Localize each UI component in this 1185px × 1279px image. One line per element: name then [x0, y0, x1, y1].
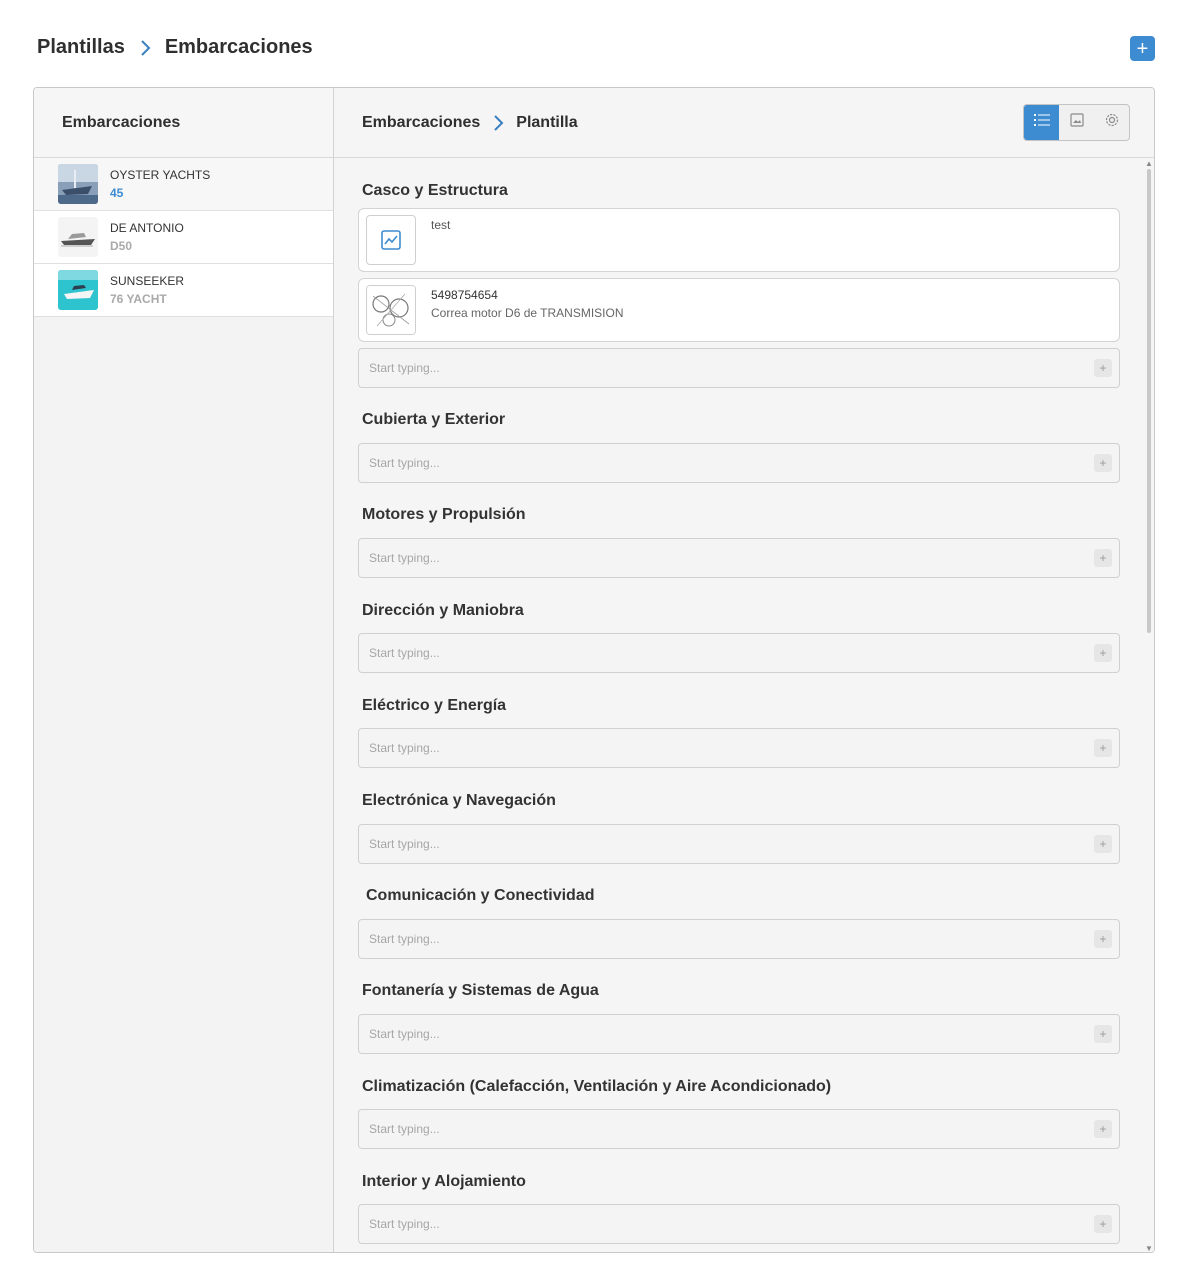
- search-input[interactable]: [359, 920, 1079, 958]
- section-title: Climatización (Calefacción, Ventilación …: [362, 1078, 832, 1095]
- search-input[interactable]: [359, 444, 1079, 482]
- section-title: Casco y Estructura: [362, 182, 508, 199]
- search-input[interactable]: [359, 1205, 1079, 1243]
- search-part-input[interactable]: +: [358, 1204, 1120, 1244]
- add-item-button[interactable]: +: [1094, 835, 1112, 853]
- section-title: Cubierta y Exterior: [362, 411, 506, 428]
- section-title: Eléctrico y Energía: [362, 697, 507, 714]
- search-input[interactable]: [359, 1015, 1079, 1053]
- template-sections: Casco y Estructura test 5498754654 Corre…: [334, 159, 1154, 1252]
- panel-breadcrumb-embarcaciones[interactable]: Embarcaciones: [362, 114, 480, 132]
- panel-breadcrumb-plantilla: Plantilla: [516, 113, 578, 131]
- search-input[interactable]: [359, 729, 1079, 767]
- sidebar-title: Embarcaciones: [34, 88, 333, 158]
- item-code: 5498754654: [431, 288, 498, 302]
- section-title: Dirección y Maniobra: [362, 602, 524, 619]
- boat-item-oyster[interactable]: OYSTER YACHTS 45: [34, 158, 333, 211]
- boat-model: D50: [110, 239, 133, 253]
- section-title: Comunicación y Conectividad: [366, 887, 595, 904]
- add-item-button[interactable]: +: [1094, 644, 1112, 662]
- section-title: Electrónica y Navegación: [362, 792, 556, 809]
- add-item-button[interactable]: +: [1094, 739, 1112, 757]
- add-item-button[interactable]: +: [1094, 359, 1112, 377]
- settings-button[interactable]: [1094, 105, 1129, 140]
- template-item[interactable]: 5498754654 Correa motor D6 de TRANSMISIO…: [358, 278, 1120, 342]
- search-input[interactable]: [359, 1110, 1079, 1148]
- section-title: Fontanería y Sistemas de Agua: [362, 982, 599, 999]
- breadcrumb-plantillas[interactable]: Plantillas: [37, 36, 125, 59]
- image-placeholder-icon: [366, 215, 416, 265]
- boat-model: 76 YACHT: [110, 292, 167, 306]
- image-view-button[interactable]: [1059, 105, 1094, 140]
- add-button[interactable]: +: [1130, 36, 1155, 61]
- section-title: Motores y Propulsión: [362, 506, 526, 523]
- boat-item-sunseeker[interactable]: SUNSEEKER 76 YACHT: [34, 264, 333, 317]
- item-description: Correa motor D6 de TRANSMISION: [431, 306, 624, 320]
- search-part-input[interactable]: +: [358, 728, 1120, 768]
- section-title: Interior y Alojamiento: [362, 1173, 526, 1190]
- add-item-button[interactable]: +: [1094, 1215, 1112, 1233]
- scrollbar-thumb[interactable]: [1147, 169, 1151, 633]
- add-item-button[interactable]: +: [1094, 454, 1112, 472]
- main-frame: Embarcaciones OYSTER YACHTS 45 DE ANTONI…: [33, 87, 1155, 1253]
- boat-thumbnail: [58, 164, 98, 204]
- gear-icon: [1104, 112, 1120, 133]
- template-panel: Embarcaciones Plantilla Casco y Estructu…: [334, 88, 1154, 1252]
- search-input[interactable]: [359, 634, 1079, 672]
- scrollbar[interactable]: ▲ ▼: [1144, 159, 1154, 1252]
- search-input[interactable]: [359, 539, 1079, 577]
- boat-name: SUNSEEKER: [110, 274, 185, 288]
- breadcrumb: Plantillas Embarcaciones: [37, 36, 313, 59]
- item-title: test: [431, 218, 451, 232]
- search-part-input[interactable]: +: [358, 443, 1120, 483]
- view-toggle: [1023, 104, 1130, 141]
- boat-item-de-antonio[interactable]: DE ANTONIO D50: [34, 211, 333, 264]
- boat-thumbnail: [58, 217, 98, 257]
- chevron-right-icon: [492, 114, 504, 132]
- scroll-up-icon[interactable]: ▲: [1145, 159, 1153, 168]
- boat-thumbnail: [58, 270, 98, 310]
- add-item-button[interactable]: +: [1094, 1120, 1112, 1138]
- list-icon: [1033, 113, 1050, 132]
- panel-header: Embarcaciones Plantilla: [334, 88, 1154, 158]
- search-part-input[interactable]: +: [358, 1014, 1120, 1054]
- list-view-button[interactable]: [1024, 105, 1059, 140]
- add-item-button[interactable]: +: [1094, 930, 1112, 948]
- top-bar: Plantillas Embarcaciones +: [0, 0, 1185, 88]
- search-part-input[interactable]: +: [358, 1109, 1120, 1149]
- scroll-down-icon[interactable]: ▼: [1145, 1244, 1153, 1252]
- search-part-input[interactable]: +: [358, 348, 1120, 388]
- boat-name: DE ANTONIO: [110, 221, 184, 235]
- add-item-button[interactable]: +: [1094, 1025, 1112, 1043]
- search-part-input[interactable]: +: [358, 633, 1120, 673]
- search-part-input[interactable]: +: [358, 824, 1120, 864]
- breadcrumb-embarcaciones: Embarcaciones: [164, 36, 313, 58]
- boat-model: 45: [110, 186, 124, 200]
- search-part-input[interactable]: +: [358, 919, 1120, 959]
- part-image: [366, 285, 416, 335]
- search-part-input[interactable]: +: [358, 538, 1120, 578]
- chevron-right-icon: [139, 39, 151, 57]
- search-input[interactable]: [359, 825, 1079, 863]
- boat-name: OYSTER YACHTS: [110, 168, 211, 182]
- add-item-button[interactable]: +: [1094, 549, 1112, 567]
- image-icon: [1069, 113, 1084, 132]
- boats-sidebar: Embarcaciones OYSTER YACHTS 45 DE ANTONI…: [34, 88, 334, 1252]
- template-item[interactable]: test: [358, 208, 1120, 272]
- search-input[interactable]: [359, 349, 1079, 387]
